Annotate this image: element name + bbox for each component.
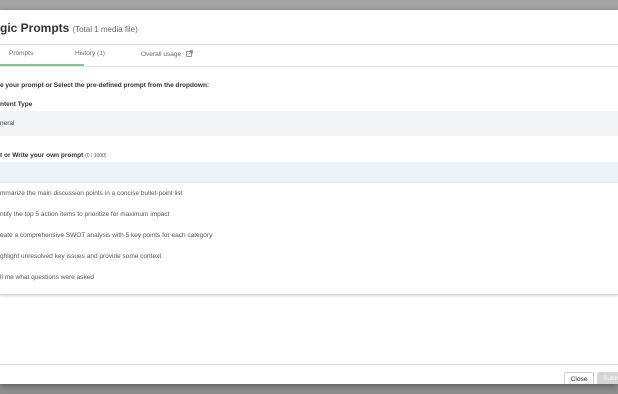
- content-type-label: ntent Type: [0, 101, 33, 108]
- tab-history[interactable]: History (1): [75, 50, 105, 57]
- dialog-title-text: gic Prompts: [0, 21, 70, 35]
- magic-prompts-dialog: gic Prompts (Total 1 media file) Prompts…: [0, 10, 618, 384]
- tab-overall-usage-label: Overall usage: [141, 51, 182, 58]
- tab-prompts[interactable]: Prompts: [9, 50, 33, 57]
- suggestion-option[interactable]: eate a comprehensive SWOT analysis with …: [0, 232, 212, 239]
- content-type-select[interactable]: neral: [0, 111, 618, 136]
- dialog-title: gic Prompts (Total 1 media file): [0, 21, 138, 35]
- prompt-char-counter: (0 / 1000): [85, 153, 107, 159]
- prompt-suggestions-dropdown: mmarize the main discussion points in a …: [0, 183, 618, 295]
- prompt-input[interactable]: [0, 162, 618, 184]
- backdrop: [0, 0, 618, 10]
- tab-overall-usage[interactable]: Overall usage: [141, 50, 193, 59]
- suggestion-option[interactable]: mmarize the main discussion points in a …: [0, 190, 182, 197]
- active-tab-indicator: [0, 64, 84, 66]
- suggestion-option[interactable]: ghlight unresolved key issues and provid…: [0, 253, 161, 260]
- instructions-text: e your prompt or Select the pre-defined …: [0, 82, 210, 89]
- external-link-icon: [186, 50, 193, 59]
- dialog-header: gic Prompts (Total 1 media file): [0, 10, 618, 45]
- suggestion-option[interactable]: ntify the top 5 action items to prioriti…: [0, 211, 169, 218]
- prompt-label: t or Write your own prompt (0 / 1000): [0, 152, 107, 159]
- prompt-label-text: t or Write your own prompt: [0, 152, 84, 159]
- dialog-subtitle: (Total 1 media file): [72, 25, 138, 34]
- footer-divider: [0, 364, 618, 365]
- tab-bar: Prompts History (1) Overall usage: [0, 45, 618, 67]
- submit-button[interactable]: Subm: [597, 372, 618, 384]
- close-button[interactable]: Close: [564, 372, 594, 384]
- suggestion-option[interactable]: ll me what questions were asked: [0, 274, 94, 281]
- content-type-value: neral: [0, 120, 15, 127]
